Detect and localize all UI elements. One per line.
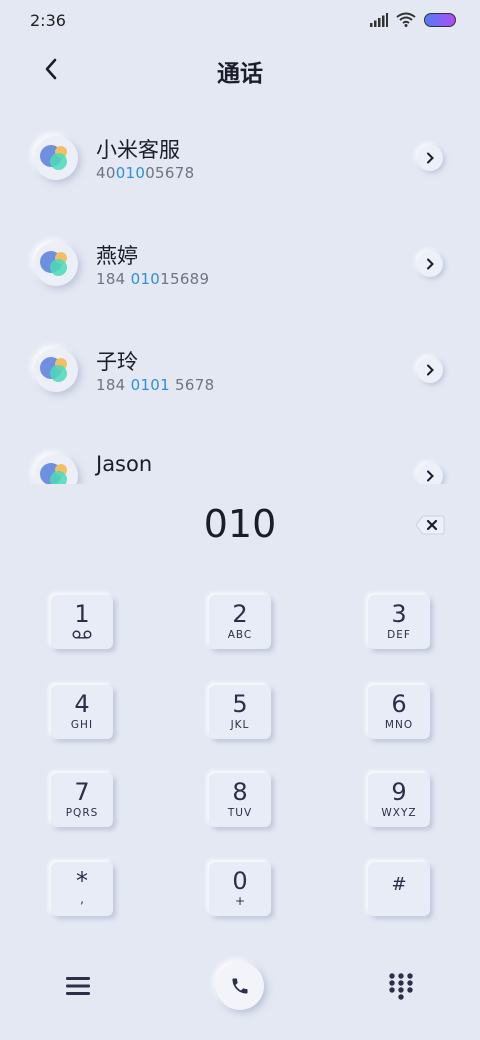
page-title: 通话 [217, 61, 263, 87]
key-9[interactable]: 9 WXYZ [368, 773, 430, 827]
key-3[interactable]: 3 DEF [368, 595, 430, 649]
chevron-right-icon [427, 470, 434, 482]
contact-number: 184 01015689 [96, 270, 210, 288]
contact-number: 184 0101 5678 [96, 376, 215, 394]
call-button[interactable] [216, 962, 264, 1010]
key-8[interactable]: 8 TUV [209, 773, 271, 827]
contact-name: Jason [96, 452, 153, 476]
status-time: 2:36 [30, 11, 66, 30]
chevron-right-icon [427, 258, 434, 270]
contact-name: 子玲 [96, 350, 138, 374]
delete-button[interactable] [414, 513, 446, 537]
battery-icon [424, 12, 456, 27]
menu-icon [66, 977, 90, 995]
contact-name: 燕婷 [96, 244, 138, 268]
contact-row[interactable]: 子玲 184 0101 5678 [0, 316, 480, 422]
key-hash[interactable]: # [368, 862, 430, 916]
key-star[interactable]: * , [51, 862, 113, 916]
chevron-right-icon [427, 152, 434, 164]
key-2[interactable]: 2 ABC [209, 595, 271, 649]
key-5[interactable]: 5 JKL [209, 685, 271, 739]
status-icons [370, 12, 456, 27]
bottom-bar [0, 960, 480, 1012]
contact-row[interactable]: 燕婷 184 01015689 [0, 210, 480, 316]
header: 通话 [0, 52, 480, 88]
key-0[interactable]: 0 + [209, 862, 271, 916]
contact-list: 小米客服 4001005678 燕婷 184 01015689 子玲 184 0… [0, 104, 480, 484]
key-6[interactable]: 6 MNO [368, 685, 430, 739]
contact-details-button[interactable] [417, 357, 443, 383]
contact-row[interactable]: Jason [0, 422, 480, 484]
status-bar: 2:36 [0, 0, 480, 42]
voicemail-icon [72, 630, 92, 639]
contact-number: 4001005678 [96, 164, 195, 182]
contact-row[interactable]: 小米客服 4001005678 [0, 104, 480, 210]
backspace-icon [415, 515, 445, 535]
dialpad-toggle-button[interactable] [388, 972, 414, 1000]
dialed-number: 010 [203, 502, 277, 546]
key-4[interactable]: 4 GHI [51, 685, 113, 739]
contact-details-button[interactable] [417, 463, 443, 484]
phone-icon [232, 978, 248, 994]
avatar [34, 136, 78, 180]
avatar [34, 454, 78, 484]
wifi-icon [396, 12, 416, 27]
contact-details-button[interactable] [417, 251, 443, 277]
signal-icon [370, 12, 388, 27]
contact-details-button[interactable] [417, 145, 443, 171]
key-7[interactable]: 7 PQRS [51, 773, 113, 827]
dialpad-icon [389, 973, 413, 1000]
menu-button[interactable] [64, 973, 92, 999]
chevron-right-icon [427, 364, 434, 376]
avatar [34, 348, 78, 392]
avatar [34, 242, 78, 286]
contact-name: 小米客服 [96, 138, 180, 162]
key-1[interactable]: 1 [51, 595, 113, 649]
